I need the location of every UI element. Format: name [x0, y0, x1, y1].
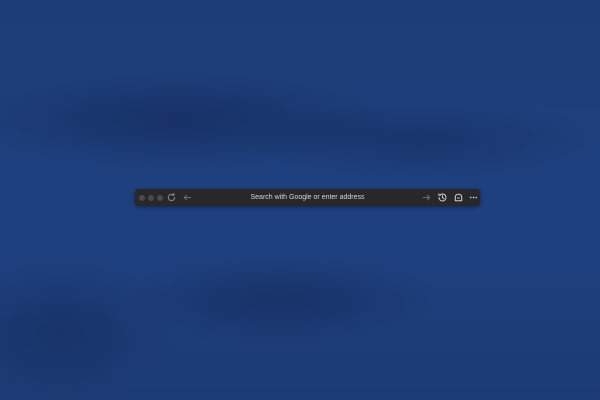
window-minimize-button[interactable]	[148, 194, 154, 201]
window-close-button[interactable]	[139, 194, 145, 201]
browser-toolbar: Search with Google or enter address	[135, 189, 480, 206]
more-icon[interactable]	[468, 192, 479, 203]
forward-arrow-icon[interactable]	[421, 192, 432, 203]
back-arrow-icon[interactable]	[182, 192, 193, 203]
address-bar[interactable]: Search with Google or enter address	[225, 189, 390, 206]
history-icon[interactable]	[437, 192, 448, 203]
extension-icon[interactable]	[453, 192, 464, 203]
reload-icon[interactable]	[166, 192, 177, 203]
window-maximize-button[interactable]	[157, 194, 163, 201]
